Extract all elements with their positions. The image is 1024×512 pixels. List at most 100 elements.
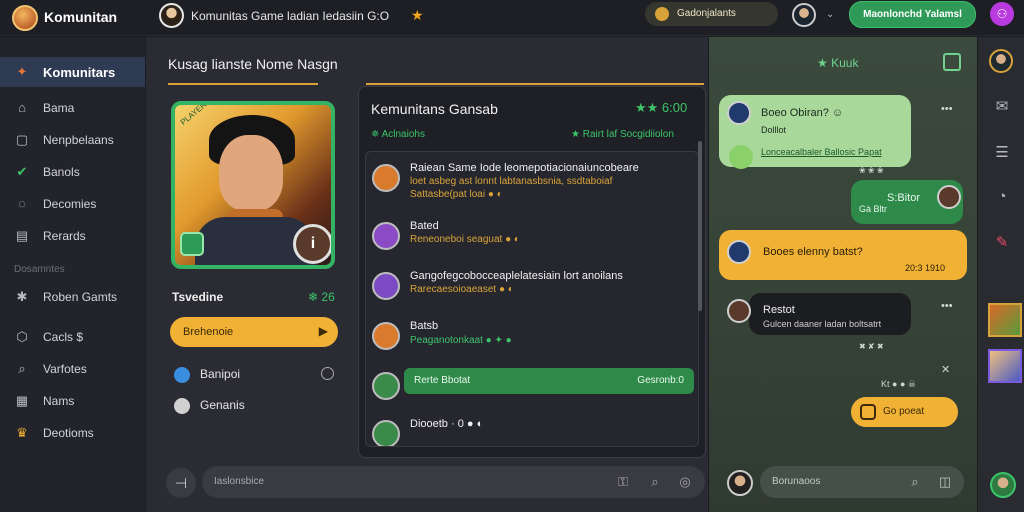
group-chat-column: Kemunitans Gansab ★★ 6:00 ✵ Aclnaiohs ★ … [358,37,708,512]
group-message-input[interactable]: Iaslonsbice ⚿ ⌕ ◎ [202,466,705,498]
mail-icon[interactable]: ✉ [992,97,1012,117]
character-face [219,135,283,211]
message-text: Rarecaesoioaeaset ● ◐ [410,284,514,295]
avatar [372,420,400,446]
user-avatar[interactable] [792,3,816,27]
edit-icon[interactable] [180,232,204,256]
sidebar-item-decomies[interactable]: ◌ Decomies [0,189,145,219]
sidebar-section-heading: Dosamntes [14,264,65,275]
avatar[interactable] [989,49,1013,73]
avatar [727,240,751,264]
thumbnail[interactable] [988,349,1022,383]
tag-icon: ⬡ [16,329,28,344]
message-meta: Kt ● ● ☠ [881,379,916,389]
settings-icon[interactable]: ◎ [676,473,694,491]
profile-icon[interactable]: ⚇ [990,2,1014,26]
direct-chat-column: ★ Kuuk Boeo Obiran? ☺ Dolllot Lonceacalb… [709,37,977,512]
sidebar-item-banols[interactable]: ✔ Banols [0,157,145,187]
avatar [372,272,400,300]
bubble-text: S:Bitor [887,192,921,204]
group-rating: ★★ 6:00 [635,100,688,115]
avatar [372,164,400,192]
profile-panel: Kusag lianste Nome Nasgn PLAYER i Tsvedi… [146,37,358,512]
highlight-text: Rerte Bbotat [414,375,471,386]
send-go-button[interactable]: Go poeat [851,397,958,427]
box-icon: ▤ [15,228,29,243]
highlight-score: Gesronb:0 [637,375,684,386]
emoji-icon[interactable]: ◫ [936,473,954,491]
group-panel: Kemunitans Gansab ★★ 6:00 ✵ Aclnaiohs ★ … [358,86,706,458]
expand-icon[interactable] [943,53,961,71]
sidebar-item-rerards[interactable]: ▤ Rerards [0,221,145,251]
group-subtitle: ✵ Aclnaiohs [371,129,425,140]
message-text: loet asbeg ast lonnt labtanasbsnia, ssdt… [410,176,613,187]
scrollbar[interactable] [698,141,702,311]
status-dot-icon [655,7,669,21]
radio-icon[interactable] [321,367,334,380]
sidebar-item-label: Rerards [43,229,86,243]
chat-header: ★ Kuuk [817,56,859,70]
sidebar-item-label: Varfotes [43,362,87,376]
chat-message-input[interactable]: Borunaoos ⌕ ◫ [760,466,964,498]
option-banipoi[interactable]: Banipoi [174,367,240,383]
avatar [372,322,400,350]
attach-button[interactable]: ⊣ [166,468,196,498]
top-bar: Komunitan Komunitas Game ladian Iedasiin… [0,0,1024,36]
game-icon [860,404,876,420]
sidebar-item-bama[interactable]: ⌂ Bama [0,93,145,123]
sidebar-item-deotioms[interactable]: ♛ Deotioms [0,418,145,448]
search-icon: ⌕ [18,361,26,376]
search-icon[interactable]: ⌕ [906,473,924,491]
highlighted-message[interactable]: Rerte Bbotat Gesronb:0 [404,368,694,394]
option-label: Genanis [200,398,245,413]
chat-title: Komunitas Game ladian Iedasiin G:O [191,9,390,23]
play-button[interactable]: Brehenoie ▶ [170,317,338,347]
bubble-text: Boeo Obiran? ☺ [761,107,844,119]
chat-avatar[interactable] [159,3,184,28]
more-options-icon[interactable]: ••• [941,103,953,115]
star-icon: ✱ [16,289,28,304]
sidebar-item-nenpbelaans[interactable]: ▢ Nenpbelaans [0,125,145,155]
sidebar-item-varfotes[interactable]: ⌕ Varfotes [0,354,145,384]
avatar[interactable] [727,470,753,496]
sidebar-item-label: Nenpbelaans [43,133,114,147]
search-icon[interactable]: ⌕ [646,473,664,491]
sidebar-item-cacls[interactable]: ⬡ Cacls $ [0,322,145,352]
sidebar-item-roben-gamts[interactable]: ✱ Roben Gamts [0,282,145,312]
sidebar-item-komunitars[interactable]: ✦ Komunitars [0,57,145,87]
close-icon[interactable]: ✕ [941,363,950,376]
list-icon[interactable]: ☰ [992,143,1012,163]
message-author: Raiean Same Iode leomepotiacionaiuncobea… [410,162,639,174]
app-brand: Komunitan [44,9,118,25]
message-list[interactable]: Raiean Same Iode leomepotiacionaiuncobea… [365,151,699,447]
avatar[interactable] [990,472,1016,498]
pen-icon[interactable]: ✎ [992,233,1012,253]
avatar [937,185,961,209]
sidebar: ✦ Komunitars ⌂ Bama ▢ Nenpbelaans ✔ Bano… [0,37,145,512]
favorite-star-icon[interactable]: ★ [411,7,424,24]
message-icon[interactable]: ◔ [992,187,1012,207]
more-options-icon[interactable]: ••• [941,300,953,312]
info-icon[interactable]: i [293,224,331,264]
status-pill[interactable]: Gadonjalants [645,2,778,26]
header-cta-button[interactable]: Maonlonchd Yalamsl [849,1,976,28]
sidebar-item-label: Bama [43,101,75,115]
character-card[interactable]: PLAYER i [171,101,335,269]
thumbnail[interactable] [988,303,1022,337]
group-subtitle-right: ★ Rairt laf Socgidiiolon [571,129,674,140]
chevron-down-icon[interactable]: ⌄ [826,9,834,20]
sidebar-item-label: Komunitars [43,65,116,80]
key-icon[interactable]: ⚿ [614,473,632,491]
right-rail: ✉ ☰ ◔ ✎ [978,37,1024,512]
avatar [727,299,751,323]
home-icon: ✦ [16,64,28,79]
play-button-label: Brehenoie [183,326,234,338]
option-genanis[interactable]: Genanis [174,398,245,414]
bubble-text: Lonceacalbaler Ballosic Papat [761,147,882,157]
sidebar-item-label: Nams [43,394,75,408]
sidebar-item-nams[interactable]: ▦ Nams [0,386,145,416]
sidebar-item-label: Deotioms [43,426,94,440]
avatar [727,101,751,125]
app-root: Komunitan Komunitas Game ladian Iedasiin… [0,0,1024,512]
app-logo[interactable] [12,5,38,31]
